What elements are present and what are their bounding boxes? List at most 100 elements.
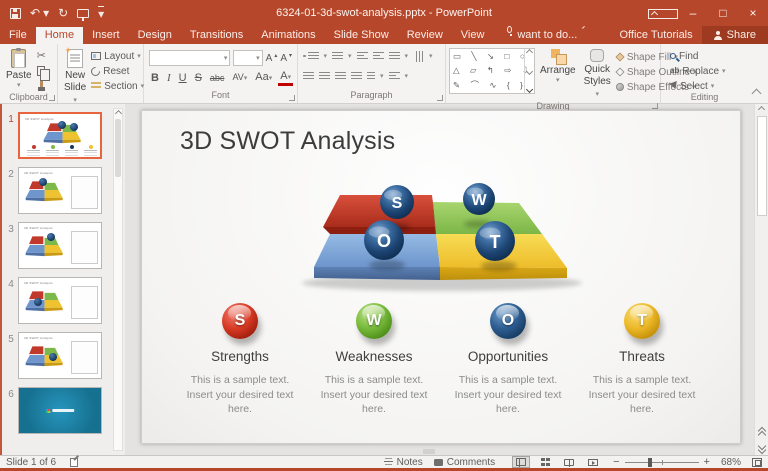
save-icon[interactable] bbox=[10, 8, 21, 19]
tab-design[interactable]: Design bbox=[129, 27, 181, 44]
clipboard-dialog-launcher[interactable] bbox=[49, 95, 55, 101]
undo-dropdown-icon[interactable]: ▾ bbox=[43, 7, 49, 19]
find-button[interactable]: Find bbox=[670, 50, 726, 62]
copy-button[interactable] bbox=[37, 65, 46, 77]
reading-view-button[interactable] bbox=[560, 456, 578, 468]
gallery-more-icon[interactable] bbox=[526, 86, 533, 93]
tab-insert[interactable]: Insert bbox=[83, 27, 129, 44]
grow-font-button[interactable]: A▴ bbox=[266, 53, 278, 64]
thumbnail-image[interactable]: 3D SWOT Analysis bbox=[18, 112, 102, 159]
thumbnail-image[interactable]: 3D SWOT Analysis bbox=[18, 277, 102, 324]
arrange-button[interactable]: Arrange ▾ bbox=[537, 48, 579, 86]
swot-item-threats[interactable]: T Threats This is a sample text. Insert … bbox=[575, 303, 709, 417]
fit-slide-to-window-button[interactable] bbox=[752, 458, 762, 467]
quick-styles-button[interactable]: Quick Styles ▾ bbox=[581, 48, 614, 101]
redo-icon[interactable]: ↻ bbox=[58, 7, 68, 19]
next-slide-button[interactable] bbox=[759, 443, 765, 451]
numbering-button[interactable]: ▾ bbox=[332, 49, 352, 63]
share-button[interactable]: Share bbox=[702, 26, 768, 44]
tab-file[interactable]: File bbox=[0, 27, 36, 44]
swot-item-opportunities[interactable]: O Opportunities This is a sample text. I… bbox=[441, 303, 575, 417]
scroll-up-icon[interactable] bbox=[114, 110, 121, 117]
thumbnail-slide-3[interactable]: 3 3D SWOT Analysis bbox=[4, 222, 125, 269]
swot-3d-platform[interactable]: S W O T bbox=[292, 177, 592, 317]
weaknesses-label[interactable]: Weaknesses bbox=[335, 349, 412, 364]
tab-animations[interactable]: Animations bbox=[252, 27, 324, 44]
opportunities-text[interactable]: This is a sample text. Insert your desir… bbox=[452, 373, 564, 417]
shrink-font-button[interactable]: A▾ bbox=[280, 53, 292, 64]
select-button[interactable]: Select▾ bbox=[670, 80, 726, 92]
cut-button[interactable]: ✂ bbox=[37, 50, 46, 62]
slide-show-button[interactable] bbox=[584, 456, 602, 468]
ribbon-display-options-button[interactable] bbox=[648, 0, 678, 26]
thumbnail-slide-2[interactable]: 2 3D SWOT Analysis bbox=[4, 167, 125, 214]
strengths-text[interactable]: This is a sample text. Insert your desir… bbox=[184, 373, 296, 417]
tab-home[interactable]: Home bbox=[36, 27, 83, 44]
start-from-beginning-icon[interactable] bbox=[77, 9, 89, 18]
slide-scrollbar[interactable] bbox=[754, 104, 768, 455]
zoom-out-button[interactable]: − bbox=[613, 457, 619, 468]
font-dialog-launcher[interactable] bbox=[289, 95, 295, 101]
bullets-button[interactable]: ▾ bbox=[303, 49, 327, 63]
justify-icon[interactable] bbox=[351, 72, 362, 81]
text-direction-button[interactable]: ▾ bbox=[413, 49, 433, 63]
spell-check-icon[interactable] bbox=[70, 458, 78, 467]
thumbnail-image[interactable]: 3D SWOT Analysis bbox=[18, 332, 102, 379]
thumbnail-slide-1[interactable]: 1 3D SWOT Analysis bbox=[4, 112, 125, 159]
gallery-down-icon[interactable] bbox=[526, 67, 533, 74]
align-left-icon[interactable] bbox=[303, 72, 314, 81]
decrease-indent-icon[interactable] bbox=[357, 52, 368, 61]
scrollbar-thumb[interactable] bbox=[757, 116, 767, 216]
tab-transitions[interactable]: Transitions bbox=[181, 27, 252, 44]
shapes-gallery[interactable]: ▭ ╲ ↘ □ ○ ▭ △ ▱ ↰ ⇨ ⇩ ▽ ✎ ⌒ ∿ { } ☆ bbox=[449, 48, 535, 94]
replace-button[interactable]: abReplace▾ bbox=[670, 65, 726, 77]
align-center-icon[interactable] bbox=[319, 72, 330, 81]
strikethrough-button[interactable]: abc bbox=[208, 71, 227, 85]
tab-office-tutorials[interactable]: Office Tutorials bbox=[610, 27, 701, 44]
undo-icon[interactable]: ↶ bbox=[30, 7, 40, 19]
tab-slide-show[interactable]: Slide Show bbox=[325, 27, 398, 44]
notes-splitter-handle[interactable] bbox=[423, 449, 435, 454]
zoom-slider-thumb[interactable] bbox=[648, 458, 652, 467]
zoom-slider[interactable] bbox=[625, 462, 699, 463]
thumbnail-slide-5[interactable]: 5 3D SWOT Analysis bbox=[4, 332, 125, 379]
previous-slide-button[interactable] bbox=[759, 428, 765, 436]
change-case-button[interactable]: Aa▾ bbox=[253, 70, 274, 86]
thumbnail-slide-6[interactable]: 6 bbox=[4, 387, 125, 434]
line-spacing-button[interactable]: ▾ bbox=[389, 49, 409, 63]
underline-button[interactable]: U bbox=[177, 71, 189, 85]
zoom-level[interactable]: 68% bbox=[721, 457, 741, 468]
thumbnail-image[interactable]: 3D SWOT Analysis bbox=[18, 167, 102, 214]
slide-canvas[interactable]: 3D SWOT Analysis bbox=[141, 110, 741, 444]
bold-button[interactable]: B bbox=[149, 71, 161, 85]
opportunities-label[interactable]: Opportunities bbox=[468, 349, 548, 364]
section-button[interactable]: Section▾ bbox=[91, 80, 144, 92]
strengths-label[interactable]: Strengths bbox=[211, 349, 269, 364]
reset-button[interactable]: Reset bbox=[91, 65, 144, 77]
new-slide-button[interactable]: New Slide ▾ bbox=[61, 48, 89, 107]
swot-item-strengths[interactable]: S Strengths This is a sample text. Inser… bbox=[173, 303, 307, 417]
thumbnail-image[interactable]: 3D SWOT Analysis bbox=[18, 222, 102, 269]
close-button[interactable]: × bbox=[738, 0, 768, 26]
shapes-gallery-scrollbar[interactable] bbox=[524, 49, 534, 93]
columns-button[interactable]: ▾ bbox=[367, 69, 384, 83]
character-spacing-button[interactable]: AV▾ bbox=[230, 70, 249, 86]
font-size-combobox[interactable]: ▾ bbox=[233, 50, 262, 66]
convert-smartart-button[interactable]: ▾ bbox=[389, 69, 409, 83]
thumbnail-image[interactable] bbox=[18, 387, 102, 434]
layout-button[interactable]: Layout▾ bbox=[91, 50, 144, 62]
scroll-up-icon[interactable] bbox=[758, 106, 765, 113]
tab-view[interactable]: View bbox=[452, 27, 494, 44]
italic-button[interactable]: I bbox=[165, 71, 173, 85]
normal-view-button[interactable] bbox=[512, 456, 530, 468]
customize-qat-icon[interactable]: ▾ bbox=[98, 6, 104, 20]
notes-button[interactable]: Notes bbox=[384, 457, 423, 468]
slide-sorter-view-button[interactable] bbox=[536, 456, 554, 468]
weaknesses-text[interactable]: This is a sample text. Insert your desir… bbox=[318, 373, 430, 417]
gallery-up-icon[interactable] bbox=[526, 49, 533, 56]
font-color-button[interactable]: A▾ bbox=[278, 71, 293, 86]
minimize-button[interactable]: – bbox=[678, 0, 708, 26]
align-right-icon[interactable] bbox=[335, 72, 346, 81]
comments-button[interactable]: Comments bbox=[434, 457, 495, 468]
font-name-combobox[interactable]: ▾ bbox=[149, 50, 230, 66]
